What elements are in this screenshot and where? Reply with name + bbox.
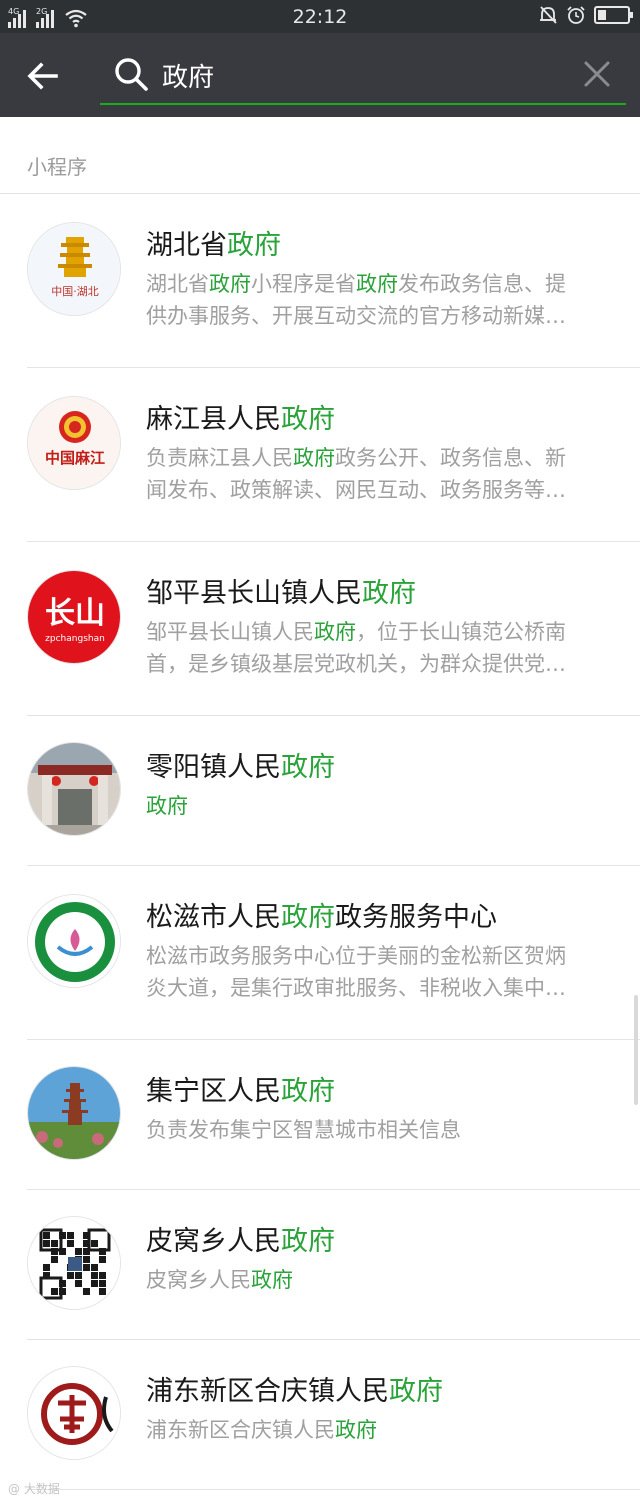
result-title: 麻江县人民政府 bbox=[146, 404, 335, 435]
result-title: 湖北省政府 bbox=[146, 230, 281, 261]
row-divider bbox=[27, 1489, 640, 1490]
result-avatar: 中国麻江 bbox=[27, 396, 121, 490]
result-description: 皮窝乡人民政府 bbox=[146, 1268, 293, 1292]
result-title: 零阳镇人民政府 bbox=[146, 752, 335, 783]
result-title: 松滋市人民政府政务服务中心 bbox=[146, 902, 497, 933]
section-title: 小程序 bbox=[27, 155, 87, 179]
svg-text:长山: 长山 bbox=[45, 596, 105, 631]
result-avatar bbox=[27, 1216, 121, 1310]
svg-text:zpchangshan: zpchangshan bbox=[45, 634, 105, 644]
battery-icon bbox=[594, 6, 633, 24]
svg-text:中国·湖北: 中国·湖北 bbox=[51, 285, 99, 298]
result-title: 皮窝乡人民政府 bbox=[146, 1226, 335, 1257]
scrollbar[interactable] bbox=[634, 995, 638, 1105]
result-title: 集宁区人民政府 bbox=[146, 1076, 335, 1107]
result-avatar bbox=[27, 1366, 121, 1460]
result-item[interactable]: 松滋市人民政府政务服务中心松滋市政务服务中心位于美丽的金松新区贺炳 炎大道，是集行… bbox=[0, 866, 640, 1040]
alarm-icon bbox=[567, 6, 585, 24]
result-item[interactable]: 集宁区人民政府负责发布集宁区智慧城市相关信息 bbox=[0, 1040, 640, 1190]
status-bar: 4G 2G 22:12 bbox=[0, 0, 640, 33]
back-arrow-icon[interactable] bbox=[22, 55, 64, 97]
result-item[interactable]: 皮窝乡人民政府 皮窝乡人民政府 bbox=[0, 1190, 640, 1340]
result-description: 松滋市政务服务中心位于美丽的金松新区贺炳 炎大道，是集行政审批服务、非税收入集中… bbox=[146, 944, 566, 1000]
result-item[interactable]: 零阳镇人民政府 政府 bbox=[0, 716, 640, 866]
clear-search-icon[interactable] bbox=[582, 59, 612, 89]
result-description: 政府 bbox=[146, 794, 188, 818]
search-box bbox=[100, 47, 626, 105]
result-description: 负责麻江县人民政府政务公开、政务信息、新 闻发布、政策解读、网民互动、政务服务等… bbox=[146, 446, 566, 502]
result-description: 湖北省政府小程序是省政府发布政务信息、提 供办事服务、开展互动交流的官方移动新媒… bbox=[146, 272, 566, 328]
result-item[interactable]: 长山 zpchangshan 邹平县长山镇人民政府邹平县长山镇人民政府，位于长山… bbox=[0, 542, 640, 716]
result-avatar bbox=[27, 894, 121, 988]
result-title: 邹平县长山镇人民政府 bbox=[146, 578, 416, 609]
search-input[interactable] bbox=[162, 55, 562, 95]
svg-text:中国麻江: 中国麻江 bbox=[45, 449, 105, 467]
result-avatar: 中国·湖北 bbox=[27, 222, 121, 316]
result-description: 负责发布集宁区智慧城市相关信息 bbox=[146, 1118, 461, 1142]
result-description: 浦东新区合庆镇人民政府 bbox=[146, 1418, 377, 1442]
notification-muted-icon bbox=[540, 6, 557, 24]
result-item[interactable]: 浦东新区合庆镇人民政府 浦东新区合庆镇人民政府 bbox=[0, 1340, 640, 1490]
result-avatar bbox=[27, 742, 121, 836]
watermark: @ 大数据 bbox=[8, 1482, 60, 1496]
result-title: 浦东新区合庆镇人民政府 bbox=[146, 1376, 443, 1407]
mini-program-list: 中国·湖北 湖北省政府湖北省政府小程序是省政府发布政务信息、提 供办事服务、开展互… bbox=[0, 194, 640, 1490]
result-description: 邹平县长山镇人民政府，位于长山镇范公桥南 首，是乡镇级基层党政机关，为群众提供党… bbox=[146, 620, 566, 676]
status-right-icons bbox=[538, 5, 633, 25]
search-icon bbox=[115, 58, 148, 91]
result-avatar: 长山 zpchangshan bbox=[27, 570, 121, 664]
result-item[interactable]: 中国麻江 麻江县人民政府负责麻江县人民政府政务公开、政务信息、新 闻发布、政策解读… bbox=[0, 368, 640, 542]
result-item[interactable]: 中国·湖北 湖北省政府湖北省政府小程序是省政府发布政务信息、提 供办事服务、开展互… bbox=[0, 194, 640, 368]
result-avatar bbox=[27, 1066, 121, 1160]
search-header bbox=[0, 33, 640, 117]
search-results-area: 小程序 中国·湖北 湖北省政府湖北省政府小程序是省政府发布政务信息、提 供办事服务… bbox=[0, 117, 640, 1503]
